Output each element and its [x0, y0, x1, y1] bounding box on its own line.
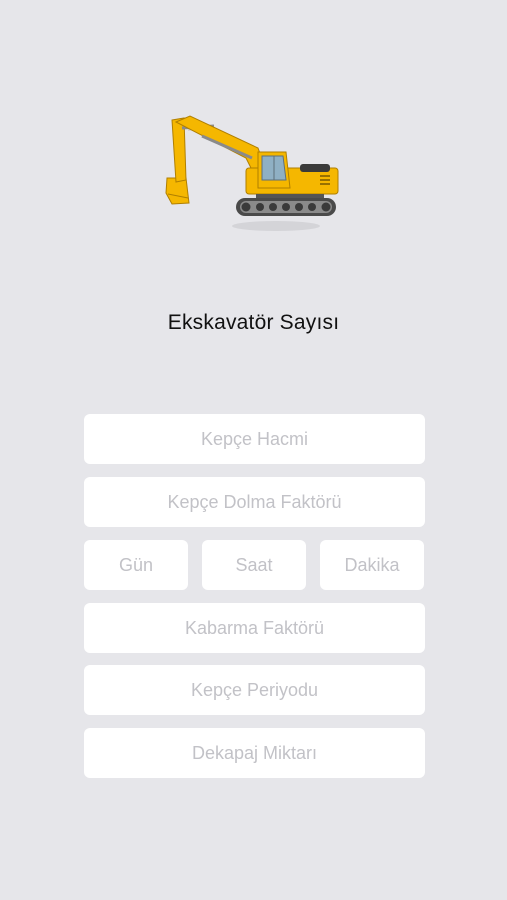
swell-factor-input[interactable] — [84, 603, 425, 653]
bucket-volume-input[interactable] — [84, 414, 425, 464]
excavator-icon — [162, 108, 344, 238]
bucket-fill-factor-input[interactable] — [84, 477, 425, 527]
days-input[interactable] — [84, 540, 188, 590]
hours-input[interactable] — [202, 540, 306, 590]
stripping-amount-input[interactable] — [84, 728, 425, 778]
bucket-period-input[interactable] — [84, 665, 425, 715]
minutes-input[interactable] — [320, 540, 424, 590]
page-title: Ekskavatör Sayısı — [167, 311, 340, 334]
